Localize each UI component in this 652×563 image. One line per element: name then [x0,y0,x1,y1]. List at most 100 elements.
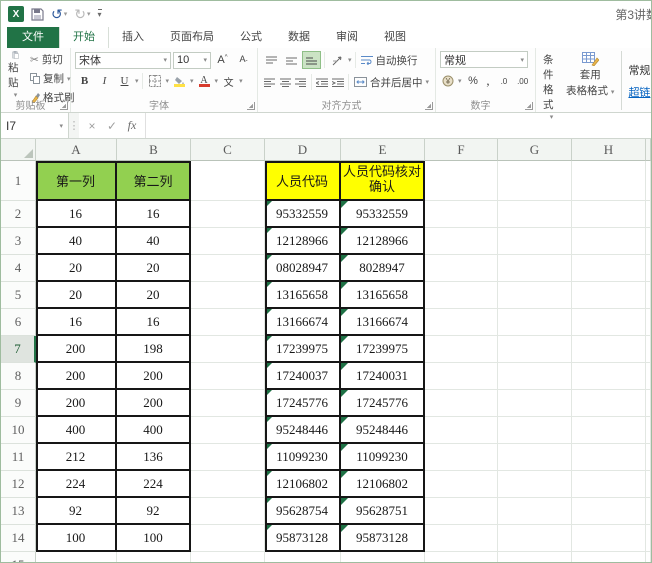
cell-F11[interactable] [425,444,498,471]
cell-G15[interactable] [498,552,572,562]
font-size-combobox[interactable]: 10 ▾ [173,51,211,69]
cell-D4[interactable]: 08028947 [265,255,341,282]
cell-D5[interactable]: 13165658 [265,282,341,309]
tab-review[interactable]: 审阅 [323,25,371,48]
cell-E13[interactable]: 95628751 [341,498,425,525]
cell-G12[interactable] [498,471,572,498]
underline-dropdown-icon[interactable]: ▾ [135,77,139,85]
cell-G2[interactable] [498,201,572,228]
cell-C1[interactable] [191,161,265,201]
font-color-dropdown-icon[interactable]: ▾ [215,77,219,85]
cell-E2[interactable]: 95332559 [341,201,425,228]
cell-partial-4[interactable] [646,255,651,282]
phonetic-guide-button[interactable]: 文 [219,72,238,90]
cell-partial-9[interactable] [646,390,651,417]
cell-H2[interactable] [572,201,646,228]
cell-B3[interactable]: 40 [117,228,191,255]
align-middle-button[interactable] [282,51,301,69]
cell-partial-14[interactable] [646,525,651,552]
cell-B10[interactable]: 400 [117,417,191,444]
column-header-E[interactable]: E [341,139,425,161]
cell-C3[interactable] [191,228,265,255]
phonetic-dropdown-icon[interactable]: ▾ [239,77,243,85]
cell-H6[interactable] [572,309,646,336]
cell-H9[interactable] [572,390,646,417]
fill-color-button[interactable] [170,72,189,90]
cell-E1[interactable]: 人员代码核对确认 [341,161,425,201]
cell-E4[interactable]: 8028947 [341,255,425,282]
name-box[interactable]: I7 ▾ [1,113,69,138]
row-header-14[interactable]: 14 [1,525,36,552]
cell-D2[interactable]: 95332559 [265,201,341,228]
bold-button[interactable]: B [75,72,94,90]
cell-partial-5[interactable] [646,282,651,309]
tab-data[interactable]: 数据 [275,25,323,48]
cell-H10[interactable] [572,417,646,444]
column-header-F[interactable]: F [425,139,498,161]
cell-partial-6[interactable] [646,309,651,336]
redo-button[interactable]: ↻ ▾ [74,6,90,23]
cell-F15[interactable] [425,552,498,562]
cell-partial-1[interactable] [646,161,651,201]
column-header-H[interactable]: H [572,139,646,161]
cell-F9[interactable] [425,390,498,417]
font-color-button[interactable]: A [195,72,214,90]
cell-partial-2[interactable] [646,201,651,228]
column-header-G[interactable]: G [498,139,572,161]
format-as-table-button[interactable]: 套用 表格格式 ▾ [563,51,617,110]
cell-F6[interactable] [425,309,498,336]
cell-E10[interactable]: 95248446 [341,417,425,444]
accounting-format-button[interactable]: ¥ ▾ [440,74,464,88]
align-left-button[interactable] [262,73,277,91]
cell-C4[interactable] [191,255,265,282]
cell-G14[interactable] [498,525,572,552]
enter-button[interactable]: ✓ [103,119,121,133]
row-header-9[interactable]: 9 [1,390,36,417]
cell-B1[interactable]: 第二列 [117,161,191,201]
cell-H12[interactable] [572,471,646,498]
cell-G10[interactable] [498,417,572,444]
cell-E12[interactable]: 12106802 [341,471,425,498]
cell-D13[interactable]: 95628754 [265,498,341,525]
cell-C9[interactable] [191,390,265,417]
formula-bar-grip[interactable]: ⋮ [69,113,80,138]
cell-B9[interactable]: 200 [117,390,191,417]
font-name-combobox[interactable]: 宋体 ▾ [75,51,171,69]
cell-E5[interactable]: 13165658 [341,282,425,309]
tab-formulas[interactable]: 公式 [227,25,275,48]
cell-A15[interactable] [36,552,117,562]
row-header-8[interactable]: 8 [1,363,36,390]
cell-H7[interactable] [572,336,646,363]
cell-B7[interactable]: 198 [117,336,191,363]
cell-A5[interactable]: 20 [36,282,117,309]
cell-C10[interactable] [191,417,265,444]
paste-button[interactable]: 粘贴 ▾ [5,51,26,99]
cell-B8[interactable]: 200 [117,363,191,390]
cell-partial-12[interactable] [646,471,651,498]
cell-D10[interactable]: 95248446 [265,417,341,444]
cell-G9[interactable] [498,390,572,417]
cell-partial-11[interactable] [646,444,651,471]
cell-G8[interactable] [498,363,572,390]
number-format-combobox[interactable]: 常规 ▾ [440,51,528,68]
shrink-font-button[interactable]: Aˇ [234,51,253,69]
cell-D6[interactable]: 13166674 [265,309,341,336]
cell-A7[interactable]: 200 [36,336,117,363]
cell-C7[interactable] [191,336,265,363]
cell-G11[interactable] [498,444,572,471]
qat-customize-icon[interactable]: ▾ [97,9,102,19]
cut-button[interactable]: ✂ 剪切 [28,51,77,68]
borders-button[interactable] [146,72,165,90]
cell-E7[interactable]: 17239975 [341,336,425,363]
cell-F3[interactable] [425,228,498,255]
cell-E15[interactable] [341,552,425,562]
cell-B13[interactable]: 92 [117,498,191,525]
row-header-2[interactable]: 2 [1,201,36,228]
align-top-button[interactable] [262,51,281,69]
cell-style-hyperlink[interactable]: 超链 [628,84,650,100]
row-header-5[interactable]: 5 [1,282,36,309]
font-dialog-launcher[interactable] [247,102,255,110]
cell-C14[interactable] [191,525,265,552]
cell-style-normal[interactable]: 常规 [628,62,650,78]
cell-F14[interactable] [425,525,498,552]
